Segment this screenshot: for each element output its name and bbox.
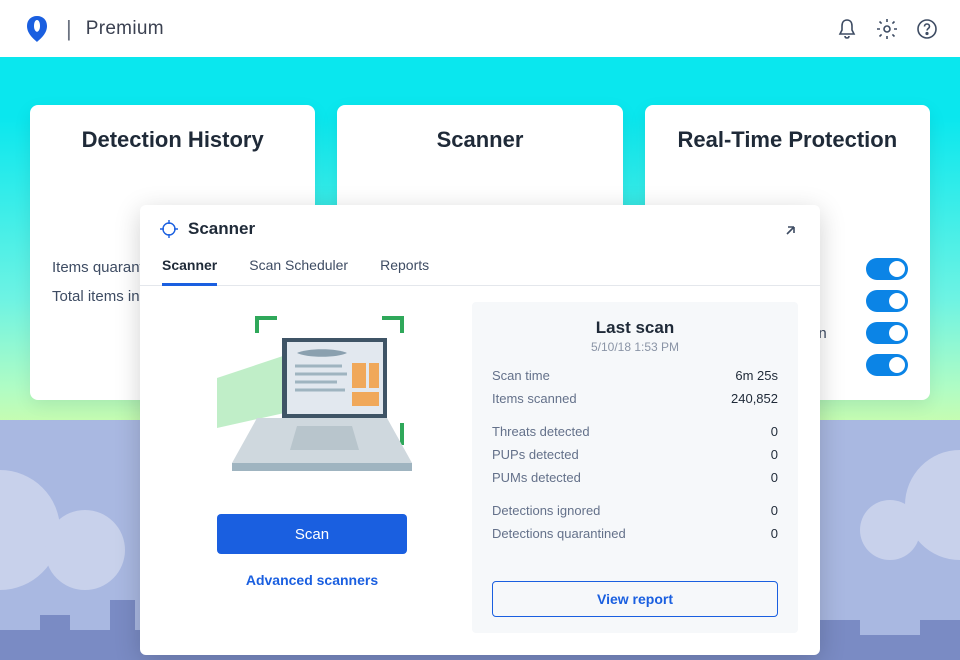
laptop-scan-illustration — [197, 308, 427, 508]
stat-value: 0 — [771, 470, 778, 485]
last-scan-date: 5/10/18 1:53 PM — [492, 340, 778, 354]
scan-button[interactable]: Scan — [217, 514, 407, 554]
cloud-decoration — [45, 510, 125, 590]
main-area: Detection History Items quarantined Tota… — [0, 57, 960, 660]
last-scan-title: Last scan — [492, 318, 778, 338]
crosshair-icon — [160, 220, 178, 238]
stat-row: Scan time 6m 25s — [492, 364, 778, 387]
scanner-card-title: Scanner — [359, 127, 600, 153]
panel-body: Scan Advanced scanners Last scan 5/10/18… — [140, 286, 820, 655]
gear-icon[interactable] — [876, 18, 898, 40]
bell-icon[interactable] — [836, 18, 858, 40]
stat-value: 240,852 — [731, 391, 778, 406]
stat-row: Detections quarantined 0 — [492, 522, 778, 545]
last-scan-box: Last scan 5/10/18 1:53 PM Scan time 6m 25… — [472, 302, 798, 633]
realtime-title: Real-Time Protection — [667, 127, 908, 153]
cloud-decoration — [860, 500, 920, 560]
collapse-icon[interactable] — [784, 221, 800, 237]
stat-value: 0 — [771, 503, 778, 518]
stat-label: PUPs detected — [492, 447, 579, 462]
stat-value: 6m 25s — [735, 368, 778, 383]
tab-scanner[interactable]: Scanner — [162, 251, 217, 286]
header-divider: | — [66, 16, 72, 42]
app-tier-label: Premium — [86, 18, 164, 40]
advanced-scanners-link[interactable]: Advanced scanners — [246, 572, 378, 588]
stat-value: 0 — [771, 424, 778, 439]
stat-row: PUMs detected 0 — [492, 466, 778, 489]
stat-row: PUPs detected 0 — [492, 443, 778, 466]
stat-value: 0 — [771, 447, 778, 462]
stat-label: Items scanned — [492, 391, 577, 406]
web-protection-toggle[interactable] — [866, 258, 908, 280]
scanner-panel: Scanner Scanner Scan Scheduler Reports — [140, 205, 820, 655]
stat-row: Detections ignored 0 — [492, 499, 778, 522]
panel-tabs: Scanner Scan Scheduler Reports — [140, 239, 820, 286]
tab-scan-scheduler[interactable]: Scan Scheduler — [249, 251, 348, 285]
stat-label: Detections quarantined — [492, 526, 626, 541]
view-report-button[interactable]: View report — [492, 581, 778, 617]
detection-history-title: Detection History — [52, 127, 293, 153]
help-icon[interactable] — [916, 18, 938, 40]
panel-header: Scanner — [140, 205, 820, 239]
stat-value: 0 — [771, 526, 778, 541]
panel-left: Scan Advanced scanners — [162, 302, 462, 633]
stat-label: Detections ignored — [492, 503, 600, 518]
stat-row: Threats detected 0 — [492, 420, 778, 443]
stat-row: Items scanned 240,852 — [492, 387, 778, 410]
stat-label: Scan time — [492, 368, 550, 383]
tab-reports[interactable]: Reports — [380, 251, 429, 285]
malwarebytes-logo-icon — [22, 14, 52, 44]
ransomware-protection-toggle[interactable] — [866, 322, 908, 344]
panel-title: Scanner — [188, 219, 255, 239]
exploit-protection-toggle[interactable] — [866, 354, 908, 376]
stat-label: Threats detected — [492, 424, 590, 439]
app-header: | Premium — [0, 0, 960, 57]
malware-protection-toggle[interactable] — [866, 290, 908, 312]
stat-label: PUMs detected — [492, 470, 581, 485]
